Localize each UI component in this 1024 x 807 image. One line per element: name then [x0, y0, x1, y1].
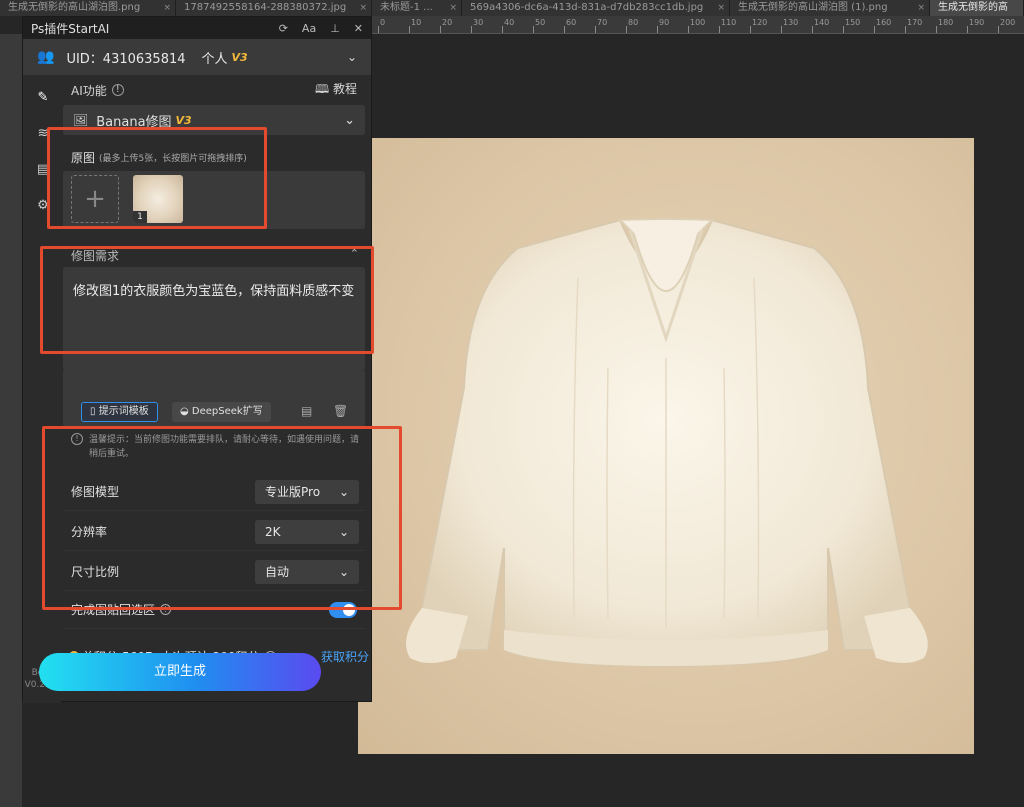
prompt-template-button[interactable]: ▯ 提示词模板	[81, 402, 158, 422]
ruler-tick	[378, 26, 379, 33]
generate-button[interactable]: 立即生成	[39, 653, 321, 691]
ruler-tick	[533, 26, 534, 33]
document-tab-active[interactable]: 生成无倒影的高	[930, 0, 1024, 16]
tutorial-link[interactable]: 🕮 教程	[315, 80, 357, 101]
ruler-label: 0	[380, 18, 386, 27]
ruler-tick	[657, 26, 658, 33]
ai-feature-label: AI功能	[71, 83, 107, 98]
ruler-label: 180	[938, 18, 954, 27]
pin-icon[interactable]: ⊥	[330, 22, 340, 35]
ruler-label: 110	[721, 18, 737, 27]
ruler-tick	[781, 26, 782, 33]
ruler-tick	[843, 26, 844, 33]
document-tab[interactable]: 未标题-1 ... ×	[372, 0, 462, 16]
book-icon: 🕮	[315, 81, 330, 96]
close-icon[interactable]: ×	[359, 0, 367, 16]
ruler-label: 140	[814, 18, 830, 27]
history-icon[interactable]: ▤	[301, 404, 312, 418]
ruler-label: 130	[783, 18, 799, 27]
feature-version-badge: V3	[175, 113, 192, 127]
plan-label: 个人	[201, 51, 228, 67]
plan-version-badge: V3	[231, 50, 248, 64]
ruler-label: 20	[442, 18, 453, 27]
ruler-tick	[905, 26, 906, 33]
ruler-label: 120	[752, 18, 768, 27]
uid-text: UID：4310635814	[66, 51, 186, 67]
close-icon[interactable]: ✕	[354, 22, 363, 35]
ruler-tick	[812, 26, 813, 33]
close-icon[interactable]: ×	[449, 0, 457, 16]
annotation-box-source	[47, 127, 267, 229]
ruler-tick	[719, 26, 720, 33]
ruler-label: 150	[845, 18, 861, 27]
document-tab[interactable]: 生成无倒影的高山湖泊图.png ×	[0, 0, 176, 16]
panel-titlebar: Ps插件StartAI ⟳ Aa ⊥ ✕	[23, 17, 371, 39]
ruler-label: 50	[535, 18, 546, 27]
ruler-tick	[409, 26, 410, 33]
ruler-label: 190	[969, 18, 985, 27]
document-tab-bar: 生成无倒影的高山湖泊图.png × 1787492558164-288380372…	[0, 0, 1024, 16]
ruler-tick	[874, 26, 875, 33]
sweater-image	[406, 218, 928, 668]
deepseek-expand-button[interactable]: ◒ DeepSeek扩写	[172, 402, 271, 422]
template-icon: ▯	[90, 406, 96, 417]
close-icon[interactable]: ×	[717, 0, 725, 16]
get-points-link[interactable]: 获取积分	[321, 648, 369, 665]
ruler-tick	[998, 26, 999, 33]
image-icon: 🖼	[73, 113, 89, 127]
ruler-tick	[440, 26, 441, 33]
panel-title: Ps插件StartAI	[31, 21, 110, 36]
ruler-tick	[502, 26, 503, 33]
document-tab[interactable]: 569a4306-dc6a-413d-831a-d7db283cc1db.jpg…	[462, 0, 730, 16]
canvas-image[interactable]	[358, 138, 974, 754]
close-icon[interactable]: ×	[163, 0, 171, 16]
horizontal-ruler: 0 10 20 30 40 50 60 70 80 90 100 110 120 130 140 150 160…	[372, 16, 1024, 34]
close-icon[interactable]: ×	[917, 0, 925, 16]
account-row[interactable]: 👥 UID：4310635814 个人 V3 ⌄	[23, 39, 371, 75]
ruler-tick	[595, 26, 596, 33]
ruler-label: 60	[566, 18, 577, 27]
font-size-icon[interactable]: Aa	[302, 22, 316, 35]
chevron-down-icon[interactable]: ⌄	[347, 50, 357, 64]
ruler-tick	[688, 26, 689, 33]
ruler-tick	[750, 26, 751, 33]
ruler-tick	[967, 26, 968, 33]
vertical-ruler	[0, 34, 22, 807]
ruler-label: 100	[690, 18, 706, 27]
ruler-tick	[936, 26, 937, 33]
ruler-tick	[564, 26, 565, 33]
trash-icon[interactable]: 🗑	[333, 404, 348, 418]
ruler-label: 200	[1000, 18, 1016, 27]
ruler-label: 90	[659, 18, 670, 27]
annotation-box-options	[42, 426, 402, 610]
ruler-label: 80	[628, 18, 639, 27]
ruler-tick	[471, 26, 472, 33]
prompt-toolbar: ▯ 提示词模板 ◒ DeepSeek扩写 ▤ 🗑	[63, 371, 365, 427]
refresh-icon[interactable]: ⟳	[279, 22, 288, 35]
ruler-label: 170	[907, 18, 923, 27]
ruler-label: 40	[504, 18, 515, 27]
document-tab[interactable]: 1787492558164-288380372.jpg ×	[176, 0, 372, 16]
ai-feature-row: AI功能 ! 🕮 教程	[63, 77, 365, 103]
annotation-box-prompt	[40, 246, 374, 354]
ruler-label: 70	[597, 18, 608, 27]
ruler-label: 10	[411, 18, 422, 27]
document-tab[interactable]: 生成无倒影的高山湖泊图 (1).png ×	[730, 0, 930, 16]
ruler-tick	[626, 26, 627, 33]
edit-icon[interactable]: ✎	[34, 89, 52, 107]
ruler-label: 160	[876, 18, 892, 27]
users-icon: 👥	[37, 49, 55, 65]
ruler-label: 30	[473, 18, 484, 27]
info-icon[interactable]: !	[111, 84, 124, 96]
chevron-down-icon: ⌄	[344, 112, 355, 128]
whale-icon: ◒	[180, 406, 189, 417]
